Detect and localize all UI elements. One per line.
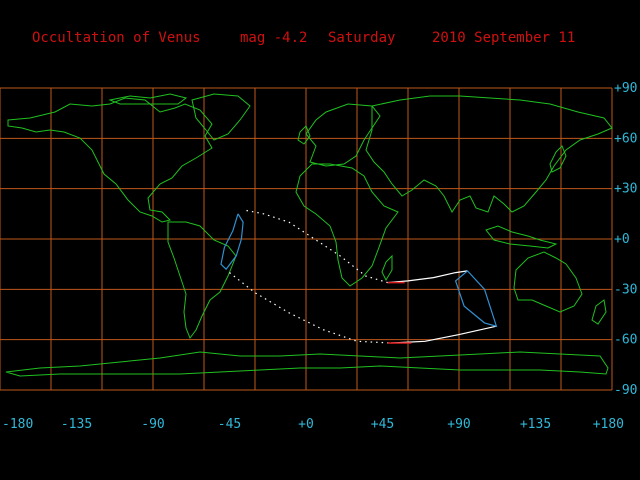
longitude-label: +0 — [298, 417, 314, 432]
longitude-label: -90 — [141, 417, 164, 432]
latitude-label: +30 — [614, 182, 637, 197]
coast-asia — [365, 95, 613, 213]
coastlines — [5, 93, 613, 377]
longitude-label: +45 — [371, 417, 394, 432]
latitude-label: -60 — [614, 333, 637, 348]
coast-australia — [513, 251, 583, 313]
latitude-label: -30 — [614, 282, 637, 297]
coast-indonesia — [485, 225, 558, 249]
coast-europe — [305, 103, 381, 167]
northern-limit-dotted — [246, 209, 388, 284]
coast-new-zealand — [591, 299, 607, 325]
latitude-label: +60 — [614, 131, 637, 146]
southern-limit-dotted — [229, 272, 392, 344]
coast-africa — [295, 163, 399, 287]
southern-limit-solid — [390, 325, 497, 344]
longitude-label: -180 — [2, 417, 33, 432]
latitude-label: +0 — [614, 232, 630, 247]
longitude-label: -135 — [61, 417, 92, 432]
longitude-label: +180 — [593, 417, 624, 432]
latitude-label: +90 — [614, 81, 637, 96]
axis-labels: -180 -135 -90 -45 +0 +45 +90 +135 +180 +90 +60 +30 +… — [2, 81, 637, 432]
region-outline-east — [454, 270, 498, 328]
world-map: -180 -135 -90 -45 +0 +45 +90 +135 +180 +90 +60 +30 +… — [0, 81, 637, 432]
coast-north-america — [7, 97, 213, 223]
coast-greenland — [191, 93, 251, 141]
coast-madagascar — [381, 254, 393, 282]
latitude-label: -90 — [614, 383, 637, 398]
coast-uk — [297, 125, 311, 145]
occultation-path — [220, 209, 498, 344]
coast-antarctica — [5, 351, 609, 377]
longitude-label: +90 — [447, 417, 470, 432]
longitude-label: +135 — [520, 417, 551, 432]
region-outline-west — [220, 213, 244, 271]
longitude-label: -45 — [218, 417, 241, 432]
